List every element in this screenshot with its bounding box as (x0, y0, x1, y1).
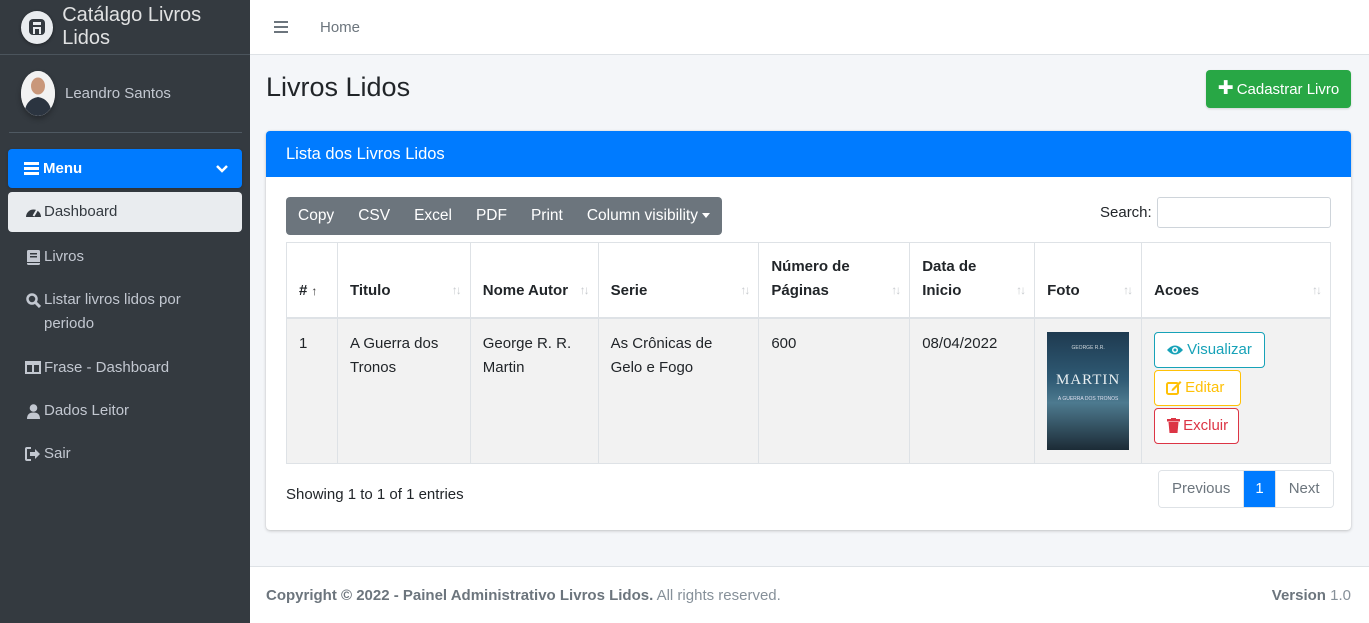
sort-icon: ↑↓ (451, 282, 462, 297)
column-header-serie[interactable]: Serie ↑↓ (597, 242, 760, 319)
cell-titulo: A Guerra dos Tronos (336, 317, 471, 464)
sidebar-item-label: Livros (44, 248, 85, 265)
sidebar-item-label: Listar livros lidos por periodo (44, 291, 181, 332)
column-visibility-button[interactable]: Column visibility (575, 197, 722, 235)
cell-autor: George R. R. Martin (469, 317, 599, 464)
sort-icon: ↑↓ (1016, 282, 1026, 297)
column-header-foto[interactable]: Foto ↑↓ (1034, 242, 1143, 319)
books-card: Lista dos Livros Lidos Copy CSV Excel PD… (266, 131, 1351, 530)
excel-button[interactable]: Excel (402, 197, 464, 235)
chevron-down-icon (216, 161, 228, 178)
sort-icon: ↑↓ (740, 282, 750, 297)
editar-button[interactable]: Editar (1154, 369, 1242, 406)
avatar (21, 71, 55, 116)
top-navbar: Home (250, 0, 1369, 55)
sidebar-item-label: Sair (44, 445, 71, 462)
user-name: Leandro Santos (65, 85, 171, 102)
column-header-titulo[interactable]: Titulo ↑↓ (336, 242, 471, 319)
footer-version: Version 1.0 (1272, 587, 1351, 604)
sort-icon: ↑↓ (1123, 282, 1133, 297)
bars-icon (24, 162, 39, 175)
export-button-group: Copy CSV Excel PDF Print Column visibili… (286, 197, 722, 235)
table-info: Showing 1 to 1 of 1 entries (286, 486, 464, 503)
column-header-num[interactable]: # ↑ (286, 242, 338, 319)
column-visibility-label: Column visibility (586, 207, 698, 224)
sidebar-item-livros[interactable]: Livros (8, 235, 242, 279)
cell-data: 08/04/2022 (909, 317, 1036, 464)
home-link[interactable]: Home (320, 19, 360, 36)
book-cover-image: GEORGE R.R. MARTIN A GUERRA DOS TRONOS (1047, 331, 1130, 450)
search-icon (24, 293, 42, 308)
copy-button[interactable]: Copy (286, 197, 346, 235)
trash-icon (1167, 418, 1181, 433)
cell-num: 1 (286, 317, 338, 464)
brand-logo-icon (21, 10, 54, 44)
menu-label: Menu (43, 160, 83, 177)
footer-rights: All rights reserved. (653, 586, 781, 604)
sidebar-item-frase-dashboard[interactable]: Frase - Dashboard (8, 346, 242, 390)
book-icon (24, 250, 42, 265)
sort-icon: ↑↓ (579, 282, 590, 297)
column-header-acoes[interactable]: Acoes ↑↓ (1141, 242, 1331, 319)
column-header-autor[interactable]: Nome Autor ↑↓ (469, 242, 599, 319)
plus-icon: ✚ (1217, 77, 1234, 99)
next-button[interactable]: Next (1274, 471, 1333, 507)
page-title: Livros Lidos (266, 72, 411, 102)
eye-icon (1166, 344, 1184, 356)
excluir-button[interactable]: Excluir (1154, 407, 1240, 444)
brand-title: Catálago Livros Lidos (62, 4, 202, 49)
edit-icon (1166, 380, 1182, 395)
sign-out-icon (24, 447, 42, 461)
sidebar-item-sair[interactable]: Sair (8, 432, 242, 476)
pdf-button[interactable]: PDF (464, 197, 519, 235)
sort-icon: ↑↓ (891, 282, 901, 297)
user-icon (24, 404, 42, 419)
search-input[interactable] (1157, 197, 1331, 228)
user-panel[interactable]: Leandro Santos (9, 55, 242, 133)
books-table: # ↑ Titulo ↑↓ Nome Autor ↑↓ Serie ↑↓ Número … (286, 242, 1331, 464)
sidebar-item-label: Dados Leitor (44, 402, 130, 419)
cell-foto: GEORGE R.R. MARTIN A GUERRA DOS TRONOS (1034, 317, 1143, 464)
sidebar-item-dashboard[interactable]: Dashboard (8, 192, 242, 232)
sidebar-item-label: Frase - Dashboard (44, 359, 170, 376)
previous-button[interactable]: Previous (1159, 471, 1245, 507)
version-number: 1.0 (1330, 587, 1351, 604)
pagination: Previous 1 Next (1158, 470, 1334, 508)
cadastrar-livro-button[interactable]: ✚ Cadastrar Livro (1206, 70, 1351, 108)
brand-link[interactable]: Catálago Livros Lidos (0, 0, 250, 55)
table-row: 1 A Guerra dos Tronos George R. R. Marti… (286, 317, 1331, 464)
table-header-row: # ↑ Titulo ↑↓ Nome Autor ↑↓ Serie ↑↓ Número … (286, 242, 1331, 319)
print-button[interactable]: Print (519, 197, 575, 235)
csv-button[interactable]: CSV (346, 197, 402, 235)
sort-icon: ↑↓ (1312, 282, 1322, 297)
cell-serie: As Crônicas de Gelo e Fogo (597, 317, 760, 464)
column-header-data[interactable]: Data de Inicio ↑↓ (909, 242, 1036, 319)
caret-down-icon (701, 213, 710, 219)
search-label: Search: (1100, 204, 1152, 221)
hamburger-icon[interactable] (274, 18, 288, 36)
page-1-button[interactable]: 1 (1244, 471, 1275, 507)
sidebar-item-listar-periodo[interactable]: Listar livros lidos por periodo (8, 278, 242, 346)
excluir-label: Excluir (1183, 416, 1229, 434)
card-header: Lista dos Livros Lidos (266, 131, 1351, 177)
sidebar-item-label: Dashboard (44, 203, 118, 220)
visualizar-button[interactable]: Visualizar (1154, 331, 1266, 368)
footer: Copyright © 2022 - Painel Administrativo… (250, 566, 1369, 623)
editar-label: Editar (1185, 378, 1225, 396)
footer-copyright: Copyright © 2022 - Painel Administrativo… (266, 586, 654, 604)
visualizar-label: Visualizar (1187, 340, 1252, 358)
column-header-paginas[interactable]: Número de Páginas ↑↓ (758, 242, 911, 319)
sort-asc-icon: ↑ (311, 283, 317, 298)
version-label: Version (1271, 587, 1326, 604)
cadastrar-livro-label: Cadastrar Livro (1236, 80, 1340, 98)
tachometer-icon (24, 205, 42, 219)
columns-icon (24, 361, 42, 374)
cell-paginas: 600 (758, 317, 911, 464)
cell-acoes: Visualizar Editar Excluir (1141, 317, 1331, 464)
sidebar: Catálago Livros Lidos Leandro Santos Men… (0, 0, 250, 623)
menu-toggle-button[interactable]: Menu (8, 149, 242, 188)
sidebar-item-dados-leitor[interactable]: Dados Leitor (8, 389, 242, 433)
